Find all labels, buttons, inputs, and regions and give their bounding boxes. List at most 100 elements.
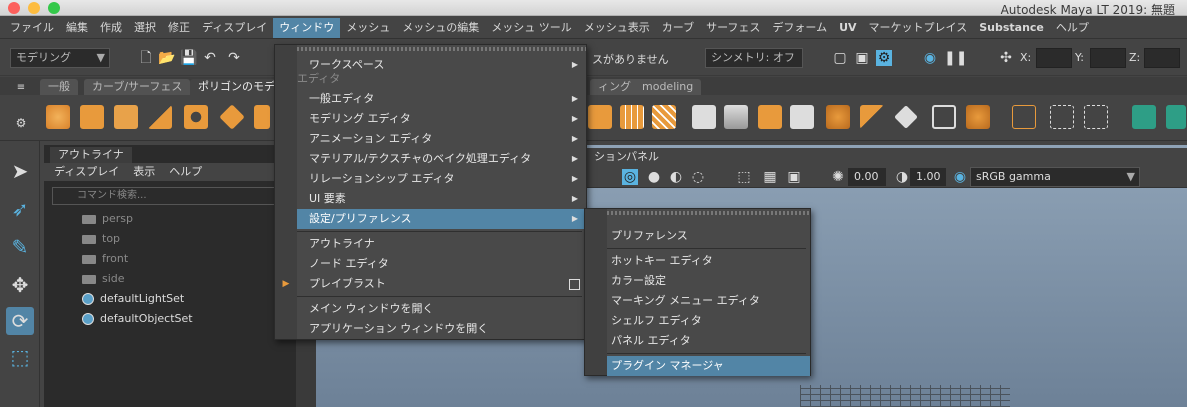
zoom-window-button[interactable]: [48, 2, 60, 14]
poly-sphere-icon[interactable]: [46, 105, 70, 129]
shading-icon[interactable]: ●: [646, 169, 662, 185]
z-field[interactable]: [1144, 48, 1180, 68]
outliner-item-front[interactable]: front: [82, 249, 128, 269]
exposure-icon[interactable]: ✺: [830, 169, 846, 185]
menu-window[interactable]: ウィンドウ: [273, 17, 341, 38]
option-box-icon[interactable]: [569, 279, 580, 290]
extract-icon[interactable]: [652, 105, 676, 129]
menu-marketplace[interactable]: マーケットプレイス: [863, 18, 974, 38]
outliner-item-default-object-set[interactable]: defaultObjectSet: [82, 309, 193, 329]
menu-item-preferences[interactable]: プリファレンス: [607, 226, 810, 246]
menu-file[interactable]: ファイル: [4, 18, 60, 38]
menu-help[interactable]: ヘルプ: [1050, 18, 1095, 38]
menu-modify[interactable]: 修正: [162, 18, 196, 38]
poly-torus-icon[interactable]: [184, 105, 208, 129]
shelf-tab-modeling[interactable]: modeling: [634, 79, 702, 95]
viewport-menu-panels[interactable]: パネル: [626, 148, 659, 166]
gamma-field[interactable]: 1.00: [910, 168, 946, 186]
render-frame-icon[interactable]: ▢: [832, 50, 848, 66]
crease-icon[interactable]: [1084, 105, 1108, 129]
xray-icon[interactable]: ⬚: [736, 169, 752, 185]
menu-item-shelf-editor[interactable]: シェルフ エディタ: [607, 311, 810, 331]
outliner-item-persp[interactable]: persp: [82, 209, 133, 229]
paint-select-tool-icon[interactable]: ✎: [6, 233, 34, 261]
menu-mesh-display[interactable]: メッシュ表示: [578, 18, 656, 38]
combine-icon[interactable]: [588, 105, 612, 129]
wireframe-icon[interactable]: ◌: [690, 169, 706, 185]
poly-plane-icon[interactable]: [219, 104, 245, 130]
menu-deform[interactable]: デフォーム: [766, 18, 833, 38]
outliner-item-top[interactable]: top: [82, 229, 120, 249]
shelf-tab-curves[interactable]: カーブ/サーフェス: [84, 79, 191, 95]
quad-draw-icon[interactable]: [1012, 105, 1036, 129]
menu-item-marking-menu-editor[interactable]: マーキング メニュー エディタ: [607, 291, 810, 311]
menu-item-open-application-window[interactable]: アプリケーション ウィンドウを開く: [297, 319, 586, 339]
lasso-tool-icon[interactable]: ➶: [6, 195, 34, 223]
shelf-tab-general[interactable]: 一般: [40, 79, 78, 95]
pause-icon[interactable]: ❚❚: [944, 50, 967, 66]
tear-off-handle[interactable]: [607, 211, 810, 215]
bridge-icon[interactable]: [790, 105, 814, 129]
menu-substance[interactable]: Substance: [973, 18, 1050, 38]
menu-item-plugin-manager[interactable]: プラグイン マネージャ: [607, 356, 810, 376]
x-field[interactable]: [1036, 48, 1072, 68]
menu-item-node-editor[interactable]: ノード エディタ: [297, 254, 586, 274]
undo-icon[interactable]: ↶: [202, 50, 218, 66]
colorspace-dropdown[interactable]: sRGB gamma ▼: [970, 167, 1140, 187]
symmetry-dropdown[interactable]: シンメトリ: オフ: [705, 48, 803, 68]
menu-select[interactable]: 選択: [128, 18, 162, 38]
menu-display[interactable]: ディスプレイ: [196, 18, 273, 38]
outliner-menu-help[interactable]: ヘルプ: [169, 163, 202, 181]
menu-item-color-settings[interactable]: カラー設定: [607, 271, 810, 291]
menu-item-modeling-editors[interactable]: モデリング エディタ ▶: [297, 109, 586, 129]
outliner-menu-show[interactable]: 表示: [133, 163, 155, 181]
outliner-tab[interactable]: アウトライナ: [50, 147, 132, 163]
grid-icon[interactable]: ▦: [762, 169, 778, 185]
menu-item-panel-editor[interactable]: パネル エディタ: [607, 331, 810, 351]
menu-edit-mesh[interactable]: メッシュの編集: [396, 18, 485, 38]
menu-mesh-tools[interactable]: メッシュ ツール: [485, 18, 578, 38]
menu-create[interactable]: 作成: [94, 18, 128, 38]
smooth-icon[interactable]: [620, 105, 644, 129]
multi-cut-icon[interactable]: [894, 105, 918, 129]
menu-item-animation-editors[interactable]: アニメーション エディタ ▶: [297, 129, 586, 149]
gamma-icon[interactable]: ◑: [894, 169, 910, 185]
outliner-item-default-light-set[interactable]: defaultLightSet: [82, 289, 184, 309]
poly-cylinder-icon[interactable]: [114, 105, 138, 129]
y-field[interactable]: [1090, 48, 1126, 68]
menu-item-outliner[interactable]: アウトライナ: [297, 234, 586, 254]
extrude-icon[interactable]: [758, 105, 782, 129]
menu-item-general-editors[interactable]: 一般エディタ ▶: [297, 89, 586, 109]
scale-tool-icon[interactable]: ⬚: [6, 343, 34, 371]
menu-item-open-main-window[interactable]: メイン ウィンドウを開く: [297, 299, 586, 319]
menu-item-settings-preferences[interactable]: 設定/プリファレンス ▶: [297, 209, 586, 229]
connect-icon[interactable]: [966, 105, 990, 129]
uv-unfold-icon[interactable]: [1166, 105, 1186, 129]
poly-cube-icon[interactable]: [80, 105, 104, 129]
poly-cone-icon[interactable]: [148, 105, 172, 129]
move-tool-icon[interactable]: ✥: [6, 271, 34, 299]
transform-icon[interactable]: ✣: [998, 50, 1014, 66]
menu-icon[interactable]: ≡: [14, 80, 28, 93]
open-scene-icon[interactable]: 📂: [158, 50, 175, 66]
menu-curves[interactable]: カーブ: [656, 18, 700, 38]
render-settings-icon[interactable]: ⚙: [876, 50, 892, 66]
shelf-tab-rigging[interactable]: ィング: [590, 79, 639, 95]
menu-surfaces[interactable]: サーフェス: [700, 18, 766, 38]
menu-item-ui-elements[interactable]: UI 要素 ▶: [297, 189, 586, 209]
lighting-icon[interactable]: ◐: [668, 169, 684, 185]
menu-item-playblast[interactable]: プレイブラスト: [297, 274, 586, 294]
viewport-menu-lighting[interactable]: ション: [594, 148, 627, 166]
isolate-icon[interactable]: ◎: [622, 169, 638, 185]
menu-item-hotkey-editor[interactable]: ホットキー エディタ: [607, 251, 810, 271]
mode-dropdown[interactable]: モデリング ▼: [10, 48, 110, 68]
menu-uv[interactable]: UV: [833, 18, 862, 38]
menu-edit[interactable]: 編集: [60, 18, 94, 38]
outliner-menu-display[interactable]: ディスプレイ: [54, 163, 119, 181]
fill-hole-icon[interactable]: [860, 105, 884, 129]
menu-mesh[interactable]: メッシュ: [340, 18, 396, 38]
gear-icon[interactable]: ⚙: [14, 115, 28, 130]
minimize-window-button[interactable]: [28, 2, 40, 14]
bevel-icon[interactable]: [826, 105, 850, 129]
shelf-tab-polygon[interactable]: ポリゴンのモデ: [190, 79, 283, 95]
